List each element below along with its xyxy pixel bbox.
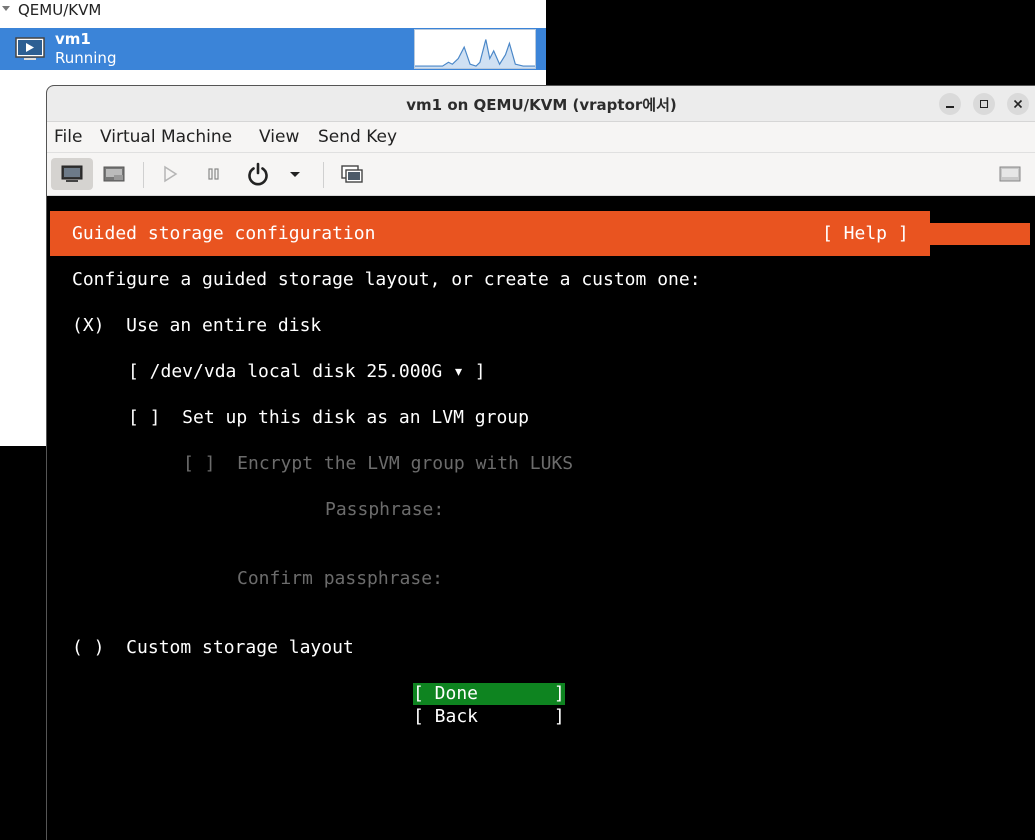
connection-row[interactable]: QEMU/KVM: [0, 0, 546, 22]
shutdown-button[interactable]: [245, 158, 271, 190]
close-button[interactable]: [1007, 93, 1029, 115]
cpu-usage-graph: [414, 29, 536, 69]
close-icon: [1013, 99, 1023, 109]
vm-console-window: vm1 on QEMU/KVM (vraptor에서) File Virtual…: [46, 85, 1035, 840]
minimize-button[interactable]: [939, 93, 961, 115]
snapshot-icon: [341, 165, 363, 183]
monitor-icon: [61, 165, 83, 182]
toolbar-separator: [143, 162, 144, 188]
vm-name: vm1: [55, 30, 91, 48]
help-button[interactable]: [ Help ]: [822, 223, 909, 245]
lvm-group-checkbox[interactable]: [ ] Set up this disk as an LVM group: [128, 407, 529, 429]
passphrase-label: Passphrase:: [325, 499, 445, 520]
details-icon: [103, 166, 125, 182]
play-icon: [164, 165, 178, 183]
power-icon: [248, 162, 268, 186]
vm-list-row[interactable]: vm1 Running: [0, 28, 546, 70]
encrypt-luks-checkbox: [ ] Encrypt the LVM group with LUKS: [183, 453, 574, 474]
custom-storage-layout-radio[interactable]: ( ) Custom storage layout: [72, 637, 354, 659]
pause-icon: [208, 168, 219, 180]
window-title: vm1 on QEMU/KVM (vraptor에서): [406, 96, 677, 114]
maximize-button[interactable]: [973, 93, 995, 115]
snapshots-button[interactable]: [337, 158, 367, 190]
confirm-passphrase-label: Confirm passphrase:: [237, 568, 443, 589]
window-titlebar[interactable]: vm1 on QEMU/KVM (vraptor에서): [47, 86, 1035, 122]
menu-view[interactable]: View: [259, 127, 299, 147]
pause-button[interactable]: [204, 158, 224, 190]
installer-header-title: Guided storage configuration: [72, 223, 376, 244]
toolbar: [47, 153, 1035, 196]
done-button[interactable]: [ Done ]: [413, 683, 565, 705]
chevron-down-icon: [290, 172, 300, 177]
show-details-button[interactable]: [100, 158, 128, 190]
vm-monitor-icon: [15, 37, 45, 60]
vm-text-console[interactable]: Guided storage configuration [ Help ] Co…: [47, 196, 1035, 840]
header-bar-extension: [930, 223, 1030, 245]
disk-select-dropdown[interactable]: [ /dev/vda local disk 25.000G ▾ ]: [128, 361, 486, 383]
show-console-button[interactable]: [51, 158, 93, 190]
installer-header: Guided storage configuration [ Help ]: [50, 211, 930, 256]
intro-text: Configure a guided storage layout, or cr…: [72, 269, 701, 290]
back-button[interactable]: [ Back ]: [413, 706, 565, 728]
use-entire-disk-radio[interactable]: (X) Use an entire disk: [72, 315, 321, 337]
shutdown-menu-button[interactable]: [287, 158, 303, 190]
menu-send-key[interactable]: Send Key: [318, 127, 397, 147]
vm-status: Running: [55, 49, 117, 67]
expander-triangle-icon[interactable]: [2, 6, 10, 11]
menu-virtual-machine[interactable]: Virtual Machine: [100, 127, 232, 147]
toolbar-separator: [323, 162, 324, 188]
menu-file[interactable]: File: [54, 127, 82, 147]
connection-label: QEMU/KVM: [18, 1, 102, 19]
fullscreen-icon: [999, 166, 1021, 182]
fullscreen-button[interactable]: [997, 158, 1023, 190]
run-button[interactable]: [160, 158, 180, 190]
menubar: File Virtual Machine View Send Key: [47, 122, 1035, 153]
